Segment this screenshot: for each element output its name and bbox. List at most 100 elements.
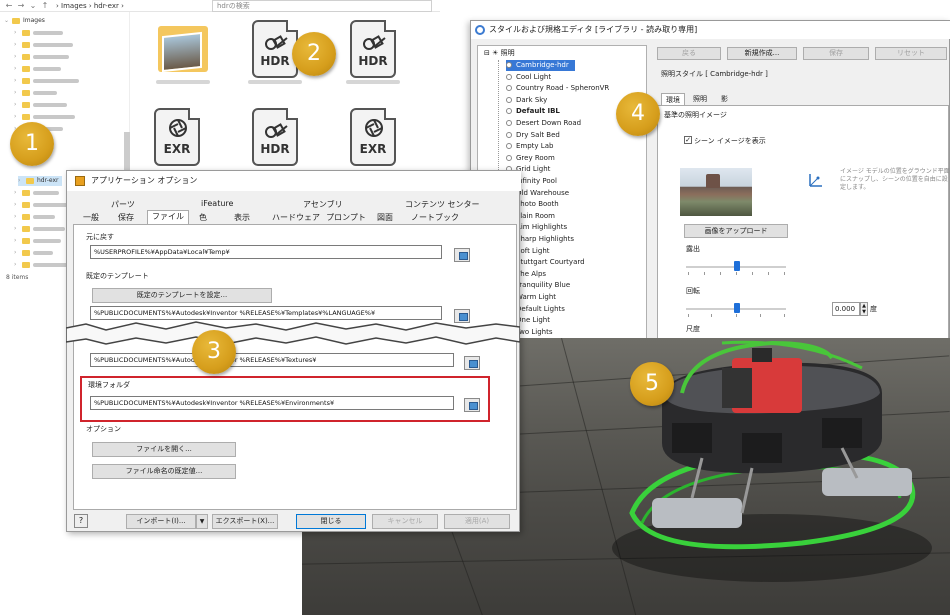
lighting-style-item[interactable]: Grey Room	[506, 153, 555, 164]
tab-environment[interactable]: 環境	[661, 93, 685, 105]
tree-item[interactable]: ›	[14, 200, 71, 210]
lighting-style-item[interactable]: Empty Lab	[506, 141, 553, 152]
tab-save[interactable]: 保存	[111, 212, 141, 224]
new-button[interactable]: 新規作成...	[727, 47, 797, 60]
help-icon[interactable]: ?	[74, 514, 88, 528]
lighting-style-item[interactable]: Country Road - SpheronVR	[506, 83, 609, 94]
env-folder-browse-button[interactable]	[464, 398, 480, 412]
tree-item[interactable]: ›	[14, 260, 69, 270]
exr-file-icon: EXR	[154, 108, 200, 166]
tab-color[interactable]: 色	[193, 212, 213, 224]
export-button[interactable]: エクスポート(X)...	[212, 514, 278, 529]
tab-general[interactable]: 一般	[77, 212, 105, 224]
lighting-style-item[interactable]: Default IBL	[506, 106, 560, 117]
reset-button[interactable]: リセット	[875, 47, 947, 60]
undo-path-field[interactable]: %USERPROFILE%¥AppData¥Local¥Temp¥	[90, 245, 442, 259]
tab-content-center[interactable]: コンテンツ センター	[405, 199, 480, 210]
file-type-label: EXR	[163, 142, 191, 156]
tab-parts[interactable]: パーツ	[111, 199, 135, 210]
tree-item[interactable]: ›	[14, 112, 75, 122]
tab-display[interactable]: 表示	[227, 212, 257, 224]
light-bulb-icon	[506, 154, 512, 161]
lighting-style-item[interactable]: Dry Salt Bed	[506, 130, 560, 141]
forward-arrow-icon[interactable]: →	[16, 1, 26, 11]
set-template-button[interactable]: 既定のテンプレートを設定...	[92, 288, 272, 303]
tree-item[interactable]: ›	[14, 188, 59, 198]
file-type-label: HDR	[260, 142, 290, 156]
exr-file-tile[interactable]: EXR	[338, 104, 408, 174]
snap-axis-icon[interactable]	[808, 172, 824, 188]
tree-item[interactable]: ›	[14, 100, 67, 110]
tab-drawing[interactable]: 図面	[373, 212, 397, 224]
lighting-style-item[interactable]: Desert Down Road	[506, 118, 581, 129]
tab-assembly[interactable]: アセンブリ	[303, 199, 343, 210]
tree-item-images[interactable]: ⌄ Images	[4, 16, 45, 26]
exr-file-tile[interactable]: EXR	[142, 104, 212, 174]
folder-icon	[22, 213, 30, 220]
rotation-label: 回転	[686, 287, 700, 295]
back-arrow-icon[interactable]: ←	[4, 1, 14, 11]
folder-tile[interactable]	[148, 16, 218, 86]
tab-lighting[interactable]: 照明	[689, 93, 711, 105]
scrollbar[interactable]	[124, 132, 130, 172]
undo-label: 元に戻す	[86, 233, 114, 241]
tab-shadow[interactable]: 影	[717, 93, 732, 105]
rotation-spinner[interactable]: ▲ ▼	[860, 302, 868, 316]
breadcrumb[interactable]: › Images › hdr-exr ›	[56, 1, 206, 11]
textures-browse-button[interactable]	[464, 356, 480, 370]
environment-thumbnail	[680, 168, 752, 216]
tab-prompts[interactable]: プロンプト	[325, 212, 367, 224]
up-arrow-icon[interactable]: ↑	[40, 1, 50, 11]
file-open-button[interactable]: ファイルを開く...	[92, 442, 236, 457]
lighting-style-item[interactable]: Cool Light	[506, 72, 551, 83]
chevron-down-icon: ⌄	[4, 17, 10, 24]
tree-item[interactable]: ›	[14, 248, 53, 258]
close-button[interactable]: 閉じる	[296, 514, 366, 529]
lighting-style-label: Plain Room	[516, 211, 555, 220]
back-button[interactable]: 戻る	[657, 47, 721, 60]
hdr-file-icon: HDR	[252, 108, 298, 166]
upload-image-button[interactable]: 画像をアップロード	[684, 224, 788, 238]
folder-icon	[22, 249, 30, 256]
tree-item[interactable]: ›	[14, 64, 61, 74]
rotation-slider-handle[interactable]	[734, 303, 740, 313]
hdr-file-tile[interactable]: HDR	[240, 104, 310, 174]
tree-item[interactable]: ›	[14, 88, 57, 98]
tab-hardware[interactable]: ハードウェア	[271, 212, 321, 224]
lighting-style-label: Cambridge-hdr	[516, 61, 569, 69]
lighting-style-item[interactable]: Cambridge-hdr	[506, 60, 575, 71]
undo-browse-button[interactable]	[454, 248, 470, 262]
tree-item[interactable]: ›	[14, 52, 69, 62]
folder-icon	[12, 17, 20, 24]
app-icon	[475, 25, 485, 35]
filename-default-button[interactable]: ファイル命名の既定値...	[92, 464, 236, 479]
tree-item[interactable]: ›	[14, 28, 63, 38]
rotation-value-input[interactable]: 0.000	[832, 302, 860, 316]
import-dropdown-icon[interactable]: ▼	[196, 514, 208, 529]
hdr-file-tile[interactable]: HDR	[338, 16, 408, 86]
tab-file[interactable]: ファイル	[147, 210, 189, 225]
import-button[interactable]: インポート(I)...	[126, 514, 196, 529]
tree-item[interactable]: ›	[14, 212, 55, 222]
apply-button[interactable]: 適用(A)	[444, 514, 510, 529]
lighting-style-item[interactable]: Dark Sky	[506, 95, 547, 106]
tree-item[interactable]: ›	[14, 40, 73, 50]
tree-item[interactable]: ›	[14, 76, 79, 86]
history-chevron-icon[interactable]: ⌄	[28, 1, 38, 11]
tree-item[interactable]: ›	[14, 224, 65, 234]
tree-root-lighting[interactable]: ⊟ ☀ 照明	[484, 48, 515, 58]
cancel-button[interactable]: キャンセル	[372, 514, 438, 529]
search-input[interactable]: hdrの検索	[212, 0, 432, 12]
tab-ifeature[interactable]: iFeature	[201, 199, 233, 208]
folder-thumbnail	[162, 31, 202, 73]
tree-item[interactable]: ›	[14, 236, 61, 246]
tab-notebook[interactable]: ノートブック	[411, 212, 459, 224]
exposure-label: 露出	[686, 245, 700, 253]
env-folder-path-field[interactable]: %PUBLICDOCUMENTS%¥Autodesk¥Inventor %REL…	[90, 396, 454, 410]
exposure-slider-handle[interactable]	[734, 261, 740, 271]
save-button[interactable]: 保存	[803, 47, 869, 60]
tree-item-hdr-exr[interactable]: › hdr-exr	[18, 176, 63, 186]
show-scene-checkbox[interactable]: ✓	[684, 136, 692, 144]
textures-path-field[interactable]: %PUBLICDOCUMENTS%¥Autodesk¥Inventor %REL…	[90, 353, 454, 367]
callout-2: 2	[292, 32, 336, 76]
